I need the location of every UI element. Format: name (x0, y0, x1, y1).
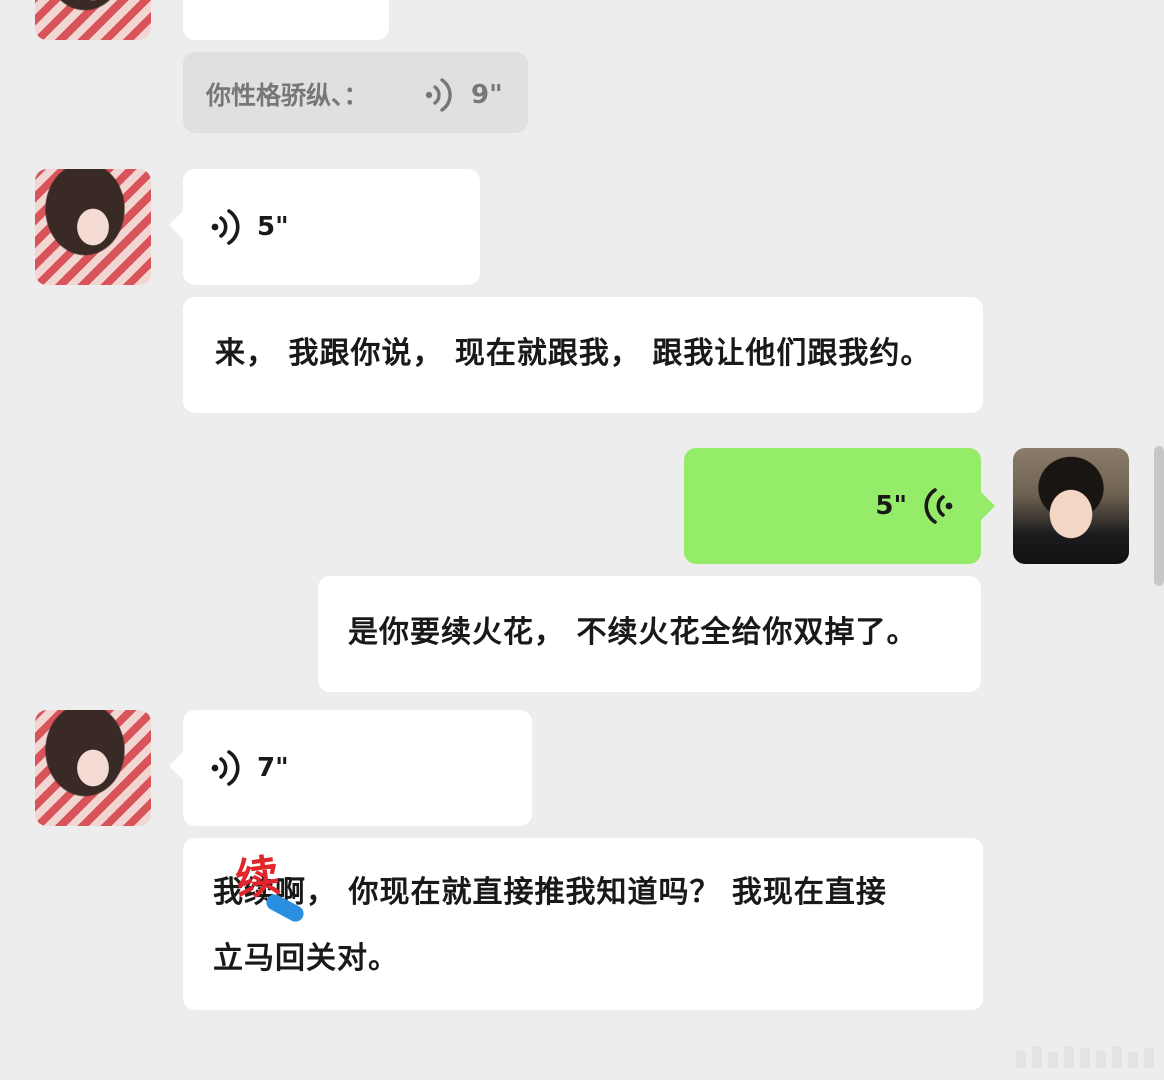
voice-duration: 7" (257, 753, 289, 783)
transcript-text: 是你要续火花， 不续火花全给你双掉了。 (348, 615, 918, 650)
transcript-text-line2: 立马回关对。 (213, 941, 399, 976)
voice-icon (423, 76, 457, 114)
voice-icon (209, 207, 243, 247)
message-bubble-partial[interactable] (183, 0, 389, 40)
watermark (1016, 1046, 1154, 1068)
contact-avatar[interactable] (35, 169, 151, 285)
quote-text: 你性格骄纵、： (206, 81, 369, 110)
voice-row: 5" (209, 207, 289, 247)
scrollbar[interactable] (1154, 446, 1164, 586)
voice-row: 5" (875, 486, 955, 526)
voice-message-bubble[interactable]: 5" (169, 169, 480, 285)
outgoing-voice-bubble[interactable]: 5" (684, 448, 995, 564)
voice-row: 7" (209, 748, 289, 788)
quote-voice: 9" (423, 76, 503, 114)
voice-duration: 5" (257, 212, 289, 242)
self-avatar[interactable] (1013, 448, 1129, 564)
transcript-text-line1: 我续啊， 你现在就直接推我知道吗？ 我现在直接 (213, 875, 887, 910)
contact-avatar[interactable] (35, 0, 151, 40)
voice-duration: 5" (875, 491, 907, 521)
transcript-text: 来， 我跟你说， 现在就跟我， 跟我让他们跟我约。 (215, 336, 932, 371)
voice-icon (921, 486, 955, 526)
voice-duration: 9" (471, 80, 503, 110)
quote-bubble[interactable]: 你性格骄纵、： 9" (183, 52, 528, 133)
voice-icon (209, 748, 243, 788)
contact-avatar[interactable] (35, 710, 151, 826)
sticker-text: 续 (232, 850, 283, 907)
transcript-bubble[interactable]: 来， 我跟你说， 现在就跟我， 跟我让他们跟我约。 (183, 297, 983, 413)
transcript-bubble[interactable]: 是你要续火花， 不续火花全给你双掉了。 (318, 576, 981, 692)
voice-message-bubble[interactable]: 7" (169, 710, 532, 826)
transcript-bubble[interactable]: 我续啊， 你现在就直接推我知道吗？ 我现在直接 立马回关对。 续 (183, 838, 983, 1010)
